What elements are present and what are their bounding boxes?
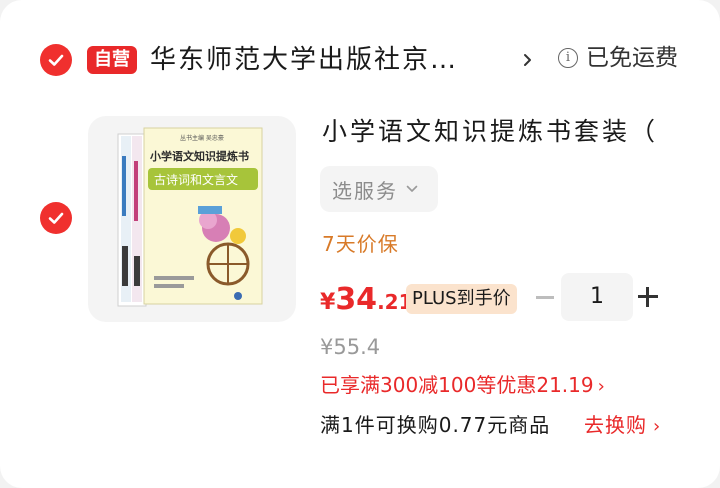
price-integer: 34 xyxy=(335,282,378,317)
store-name-link[interactable]: 华东师范大学出版社京… xyxy=(150,40,500,80)
price-currency: ¥ xyxy=(320,290,336,315)
product-thumbnail[interactable]: 丛书主编 吴忠豪 小学语文知识提炼书 古诗词和文言文 xyxy=(88,116,296,322)
checkmark-icon xyxy=(48,212,64,224)
chevron-down-icon xyxy=(406,185,418,192)
product-title[interactable]: 小学语文知识提炼书套装（ xyxy=(322,112,682,152)
increase-quantity-button[interactable] xyxy=(638,287,658,307)
plus-price-tag: PLUS到手价 xyxy=(406,284,517,314)
chevron-right-icon[interactable] xyxy=(520,48,536,72)
select-service-button[interactable]: 选服务 xyxy=(320,166,438,212)
book-volume-title: 古诗词和文言文 xyxy=(154,172,238,187)
self-operated-badge: 自营 xyxy=(87,46,137,74)
original-price: ¥55.4 xyxy=(320,335,381,359)
book-set-image: 丛书主编 吴忠豪 小学语文知识提炼书 古诗词和文言文 xyxy=(117,127,263,307)
chevron-right-icon: › xyxy=(597,376,605,397)
info-icon[interactable]: i xyxy=(558,48,578,68)
decrease-quantity-button[interactable] xyxy=(536,296,554,299)
free-shipping-label: 已免运费 xyxy=(586,45,678,71)
store-select-checkbox[interactable] xyxy=(40,44,72,76)
current-price: ¥34.21 xyxy=(320,282,413,317)
exchange-link-label: 去换购 xyxy=(584,413,647,437)
quantity-input[interactable]: 1 xyxy=(561,273,633,321)
chevron-right-icon: › xyxy=(653,416,662,437)
discount-info[interactable]: 已享满300减100等优惠21.19 › xyxy=(320,370,605,402)
book-top-text: 丛书主编 吴忠豪 xyxy=(180,134,224,142)
select-service-label: 选服务 xyxy=(332,178,398,203)
price-protection-label[interactable]: 7天价保 xyxy=(322,228,399,260)
exchange-offer-text: 满1件可换购0.77元商品 xyxy=(320,413,551,437)
checkmark-icon xyxy=(48,54,64,66)
cart-store-card: 自营 华东师范大学出版社京… i 已免运费 丛书主编 吴忠豪 小学语文知识提炼书… xyxy=(0,0,720,488)
discount-text: 已享满300减100等优惠21.19 xyxy=(320,373,594,397)
exchange-link[interactable]: 去换购 › xyxy=(584,410,661,442)
book-series-title: 小学语文知识提炼书 xyxy=(149,149,249,163)
item-select-checkbox[interactable] xyxy=(40,202,72,234)
